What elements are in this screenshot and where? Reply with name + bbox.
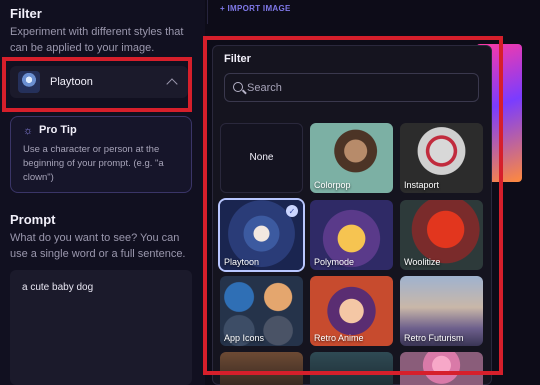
filter-section-title: Filter (10, 6, 42, 21)
lightbulb-icon: ☼ (23, 125, 34, 137)
prompt-value: a cute baby dog (22, 282, 94, 293)
prompt-section-title: Prompt (10, 212, 56, 227)
import-image-button[interactable]: + IMPORT IMAGE (220, 4, 291, 13)
pro-tip-title: Pro Tip (39, 124, 77, 136)
prompt-input[interactable]: a cute baby dog (10, 270, 192, 385)
divider (207, 0, 208, 24)
highlight-frame (203, 36, 503, 375)
pro-tip-card: ☼ Pro Tip Use a character or person at t… (10, 116, 192, 193)
filter-section-description: Experiment with different styles that ca… (10, 26, 184, 54)
highlight-frame (2, 57, 192, 112)
prompt-section-description: What do you want to see? You can use a s… (10, 232, 186, 260)
pro-tip-text: Use a character or person at the beginni… (23, 144, 164, 183)
